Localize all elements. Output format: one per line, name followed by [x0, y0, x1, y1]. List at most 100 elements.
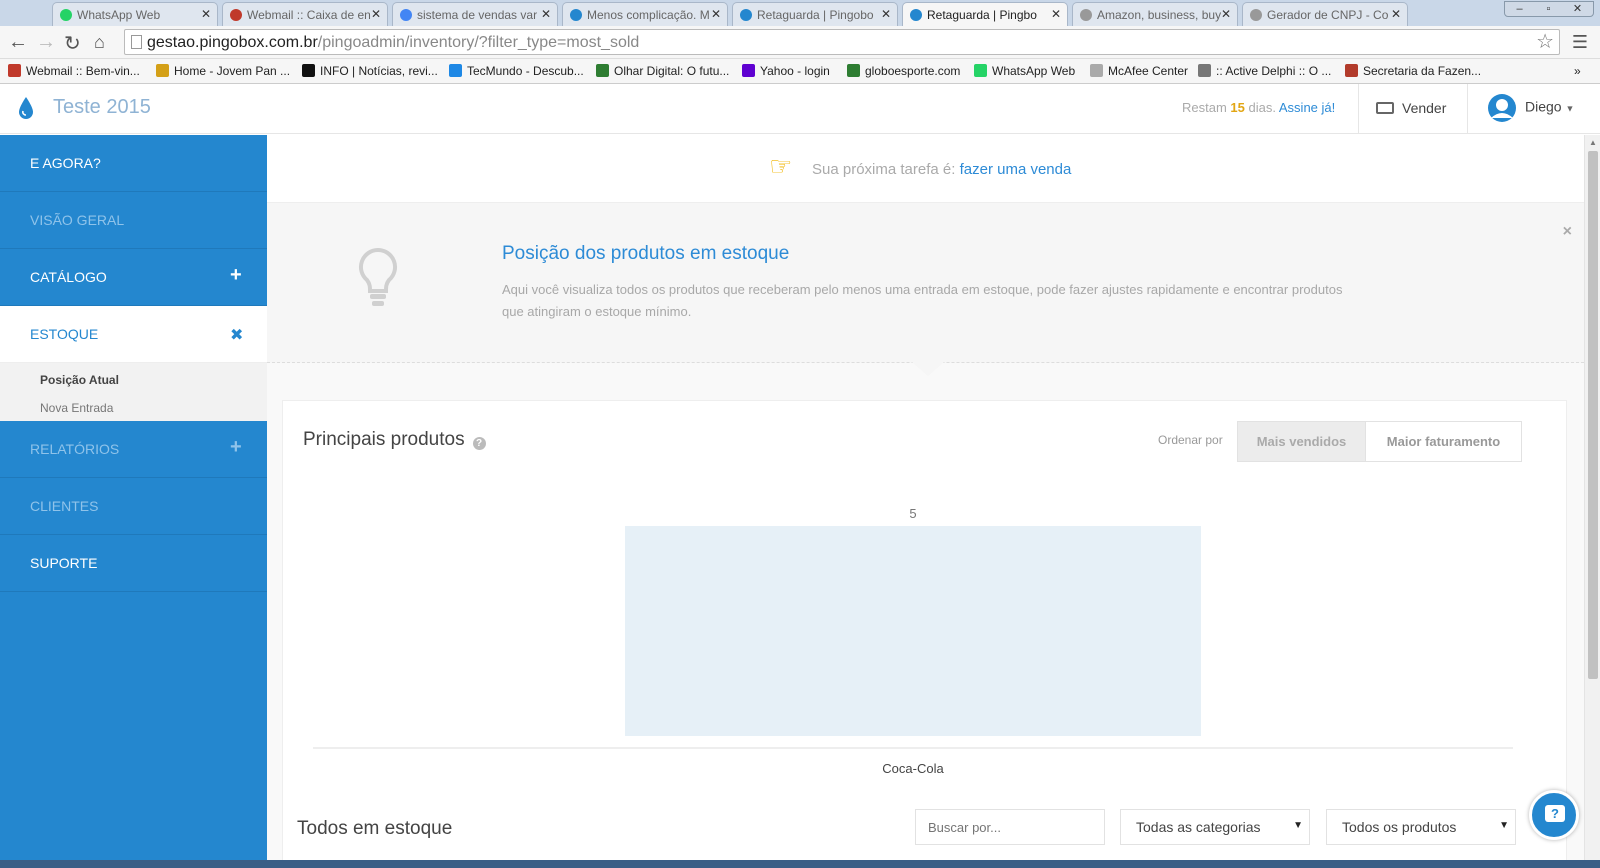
close-tab-icon[interactable]: ✕: [201, 7, 211, 21]
bookmark-label: Secretaria da Fazen...: [1363, 64, 1482, 78]
bookmark-item[interactable]: Yahoo - login: [742, 64, 830, 78]
bookmark-label: WhatsApp Web: [992, 64, 1076, 78]
subscribe-link[interactable]: Assine já!: [1279, 100, 1335, 115]
bookmark-label: Home - Jovem Pan ...: [174, 64, 291, 78]
close-tab-icon[interactable]: ✕: [1221, 7, 1231, 21]
home-icon[interactable]: ⌂: [94, 32, 105, 53]
pointing-hand-icon: ☞: [769, 151, 793, 181]
browser-tab-title: Retaguarda | Pingobo: [757, 8, 874, 22]
url-input[interactable]: gestao.pingobox.com.br/pingoadmin/invent…: [124, 29, 1560, 55]
chart-bar[interactable]: [625, 526, 1201, 736]
radio-icon: [156, 64, 169, 77]
drop-icon: [570, 9, 582, 21]
close-window-button[interactable]: ✕: [1563, 2, 1592, 15]
reload-icon[interactable]: ↻: [64, 31, 81, 56]
collapse-x-icon[interactable]: ✖: [230, 325, 243, 345]
bookmark-item[interactable]: INFO | Notícias, revi...: [302, 64, 438, 78]
page-icon: [1080, 9, 1092, 21]
sidebar-item-estoque[interactable]: ESTOQUE ✖: [0, 306, 267, 363]
sidebar-item-relatorios[interactable]: RELATÓRIOS +: [0, 421, 267, 478]
back-arrow-icon[interactable]: ←: [8, 31, 28, 54]
next-task-prefix: Sua próxima tarefa é:: [812, 161, 956, 178]
chart-category-label: Coca-Cola: [882, 761, 944, 776]
browser-tab-title: Amazon, business, buy: [1097, 8, 1222, 22]
user-avatar-icon: [1488, 94, 1516, 122]
sidebar-item-clientes[interactable]: CLIENTES: [0, 478, 267, 535]
submenu-item-nova-entrada[interactable]: Nova Entrada: [40, 401, 113, 415]
order-most-sold-button[interactable]: Mais vendidos: [1237, 421, 1366, 462]
bookmark-item[interactable]: Webmail :: Bem-vin...: [8, 64, 140, 78]
yahoo-icon: [742, 64, 755, 77]
close-tab-icon[interactable]: ✕: [1051, 7, 1061, 21]
browser-tab[interactable]: Gerador de CNPJ - Co ✕: [1242, 2, 1408, 26]
user-menu[interactable]: Diego ▼: [1485, 93, 1574, 123]
bookmark-item[interactable]: Home - Jovem Pan ...: [156, 64, 290, 78]
next-task-link[interactable]: fazer uma venda: [960, 161, 1072, 178]
browser-tab[interactable]: Retaguarda | Pingbo ✕: [902, 2, 1068, 26]
help-icon[interactable]: ?: [472, 437, 486, 450]
category-select[interactable]: Todas as categorias ▼: [1120, 809, 1310, 845]
maximize-button[interactable]: ▫: [1534, 3, 1563, 15]
browser-tab-strip: WhatsApp Web ✕ Webmail :: Caixa de en ✕ sist…: [0, 0, 1600, 26]
bookmark-item[interactable]: TecMundo - Descub...: [449, 64, 584, 78]
building-icon: [1198, 64, 1211, 77]
sidebar: E AGORA? VISÃO GERAL CATÁLOGO + ESTOQUE …: [0, 135, 267, 868]
store-name[interactable]: Teste 2015: [53, 96, 151, 119]
url-path: /pingoadmin/inventory/?filter_type=most_…: [317, 34, 640, 51]
browser-tab[interactable]: sistema de vendas var ✕: [392, 2, 558, 26]
bookmark-star-icon[interactable]: ☆: [1536, 29, 1554, 54]
browser-tab-title: Webmail :: Caixa de en: [247, 8, 371, 22]
bookmark-item[interactable]: :: Active Delphi :: O ...: [1198, 64, 1331, 78]
page-scrollbar[interactable]: ▲: [1584, 135, 1600, 868]
chat-support-button[interactable]: ?: [1529, 790, 1579, 840]
sidebar-item-e-agora[interactable]: E AGORA?: [0, 135, 267, 192]
sidebar-item-label: RELATÓRIOS: [30, 441, 120, 457]
browser-menu-icon[interactable]: ☰: [1572, 32, 1588, 53]
order-most-revenue-button[interactable]: Maior faturamento: [1365, 421, 1522, 462]
submenu-item-posicao-atual[interactable]: Posição Atual: [40, 373, 119, 387]
scrollbar-thumb[interactable]: [1588, 151, 1598, 679]
trial-prefix: Restam: [1182, 100, 1227, 115]
sell-button[interactable]: Vender: [1376, 100, 1446, 116]
close-tab-icon[interactable]: ✕: [711, 7, 721, 21]
bookmark-item[interactable]: WhatsApp Web: [974, 64, 1075, 78]
search-input[interactable]: [915, 809, 1105, 845]
browser-tab[interactable]: Webmail :: Caixa de en ✕: [222, 2, 388, 26]
sell-label: Vender: [1402, 100, 1447, 116]
browser-tab[interactable]: Menos complicação. M ✕: [562, 2, 728, 26]
header-divider: [1358, 84, 1359, 134]
close-tab-icon[interactable]: ✕: [541, 7, 551, 21]
sidebar-item-catalogo[interactable]: CATÁLOGO +: [0, 249, 267, 306]
expand-plus-icon[interactable]: +: [230, 436, 242, 459]
whatsapp-icon: [60, 9, 72, 21]
more-bookmarks-button[interactable]: »: [1574, 64, 1581, 78]
bookmark-item[interactable]: Secretaria da Fazen...: [1345, 64, 1481, 78]
trial-notice: Restam 15 dias. Assine já!: [1182, 100, 1335, 115]
browser-tab[interactable]: Amazon, business, buy ✕: [1072, 2, 1238, 26]
minimize-button[interactable]: –: [1505, 3, 1534, 15]
product-filter-select[interactable]: Todos os produtos ▼: [1326, 809, 1516, 845]
browser-tab-title: Gerador de CNPJ - Co: [1267, 8, 1389, 22]
bookmark-item[interactable]: Olhar Digital: O futu...: [596, 64, 729, 78]
page-icon: [131, 35, 142, 49]
browser-tab[interactable]: Retaguarda | Pingobo ✕: [732, 2, 898, 26]
caret-down-icon: ▼: [1565, 103, 1575, 114]
expand-plus-icon[interactable]: +: [230, 264, 242, 287]
close-tab-icon[interactable]: ✕: [371, 7, 381, 21]
header-divider: [1467, 84, 1468, 134]
forward-arrow-icon[interactable]: →: [36, 31, 56, 54]
close-tab-icon[interactable]: ✕: [1391, 7, 1401, 21]
bookmark-item[interactable]: globoesporte.com: [847, 64, 960, 78]
sidebar-item-label: E AGORA?: [30, 155, 101, 171]
scroll-up-arrow-icon[interactable]: ▲: [1589, 138, 1597, 147]
close-banner-icon[interactable]: ×: [1563, 223, 1572, 241]
browser-tab-title: sistema de vendas var: [417, 8, 538, 22]
close-tab-icon[interactable]: ✕: [881, 7, 891, 21]
sidebar-item-visao-geral[interactable]: VISÃO GERAL: [0, 192, 267, 249]
bookmark-label: McAfee Center: [1108, 64, 1189, 78]
browser-tab[interactable]: WhatsApp Web ✕: [52, 2, 218, 26]
sidebar-item-suporte[interactable]: SUPORTE: [0, 535, 267, 592]
bookmark-item[interactable]: McAfee Center: [1090, 64, 1188, 78]
pingobox-drop-logo-icon[interactable]: [18, 96, 34, 120]
sidebar-item-label: VISÃO GERAL: [30, 212, 125, 228]
